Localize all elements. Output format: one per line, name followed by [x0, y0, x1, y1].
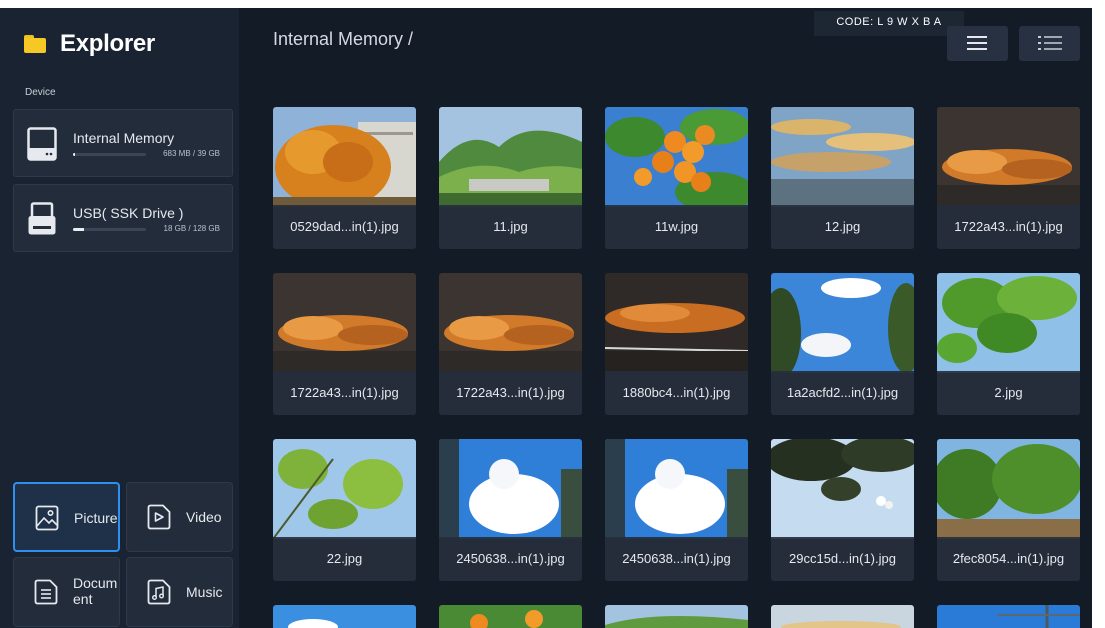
file-tile[interactable]: 1a2acfd2...in(1).jpg	[771, 273, 914, 415]
category-label: Video	[186, 509, 222, 525]
folder-icon	[24, 35, 46, 53]
thumbnail-orange-clouds	[273, 273, 416, 373]
sidebar: Explorer Device Internal Memory 683 MB /…	[0, 8, 239, 628]
category-label: Picture	[74, 510, 118, 526]
file-name: 2450638...in(1).jpg	[605, 537, 748, 581]
device-name: USB( SSK Drive )	[73, 205, 184, 221]
file-name: 11.jpg	[439, 205, 582, 249]
list-view-button[interactable]	[1019, 26, 1080, 61]
file-name: 22.jpg	[273, 537, 416, 581]
grid-view-icon	[967, 36, 987, 50]
code-badge: CODE: L 9 W X B A	[814, 11, 964, 36]
grid-view-button[interactable]	[947, 26, 1008, 61]
device-section-label: Device	[25, 87, 56, 98]
file-name: 1a2acfd2...in(1).jpg	[771, 371, 914, 415]
thumbnail-green-hills	[439, 107, 582, 207]
storage-bar	[73, 153, 146, 156]
category-music[interactable]: Music	[126, 557, 233, 627]
thumbnail-oranges	[605, 107, 748, 207]
file-tile-partial[interactable]	[605, 605, 748, 628]
file-name: 1722a43...in(1).jpg	[439, 371, 582, 415]
list-view-icon	[1038, 36, 1062, 50]
file-tile[interactable]: 11.jpg	[439, 107, 582, 249]
thumbnail-green-leaves	[937, 273, 1080, 373]
file-tile[interactable]: 0529dad...in(1).jpg	[273, 107, 416, 249]
screen: Explorer Device Internal Memory 683 MB /…	[0, 0, 1105, 628]
explorer-app: Explorer Device Internal Memory 683 MB /…	[0, 8, 1092, 628]
thumbnail-cloud-building	[439, 439, 582, 539]
file-tile-partial[interactable]	[771, 605, 914, 628]
thumbnail-oranges	[439, 605, 582, 628]
file-tile[interactable]: 22.jpg	[273, 439, 416, 581]
device-name: Internal Memory	[73, 130, 175, 146]
file-tile[interactable]: 2450638...in(1).jpg	[605, 439, 748, 581]
app-title: Explorer	[60, 30, 155, 57]
file-name: 2450638...in(1).jpg	[439, 537, 582, 581]
file-name: 29cc15d...in(1).jpg	[771, 537, 914, 581]
picture-icon	[35, 505, 59, 531]
thumbnail-orange-clouds	[439, 273, 582, 373]
device-internal-memory[interactable]: Internal Memory 683 MB / 39 GB	[13, 109, 233, 177]
thumbnail-sunset-clouds	[771, 605, 914, 628]
storage-bar	[73, 228, 146, 231]
category-picture[interactable]: Picture	[13, 482, 120, 552]
thumbnail-branches-sky	[273, 439, 416, 539]
file-tile[interactable]: 2.jpg	[937, 273, 1080, 415]
thumbnail-blue-sky	[273, 605, 416, 628]
category-label: Docum ent	[73, 575, 118, 607]
thumbnail-flowers-branches	[771, 439, 914, 539]
hard-drive-icon	[27, 127, 57, 161]
thumbnail-orange-clouds	[937, 107, 1080, 207]
category-label: Music	[186, 584, 223, 600]
music-icon	[147, 579, 171, 605]
device-size: 683 MB / 39 GB	[163, 149, 220, 158]
category-video[interactable]: Video	[126, 482, 233, 552]
storage-bar-fill	[73, 228, 84, 231]
file-tile[interactable]: 29cc15d...in(1).jpg	[771, 439, 914, 581]
category-document[interactable]: Docum ent	[13, 557, 120, 627]
file-tile[interactable]: 1722a43...in(1).jpg	[273, 273, 416, 415]
thumbnail-autumn-tree	[273, 107, 416, 207]
file-tile[interactable]: 12.jpg	[771, 107, 914, 249]
file-name: 1880bc4...in(1).jpg	[605, 371, 748, 415]
usb-drive-icon	[28, 202, 56, 235]
file-tile-partial[interactable]	[439, 605, 582, 628]
thumbnail-green-trees	[937, 439, 1080, 539]
thumbnail-blue-sky-trees	[771, 273, 914, 373]
file-name: 1722a43...in(1).jpg	[273, 371, 416, 415]
file-name: 0529dad...in(1).jpg	[273, 205, 416, 249]
file-name: 2fec8054...in(1).jpg	[937, 537, 1080, 581]
file-tile[interactable]: 11w.jpg	[605, 107, 748, 249]
video-icon	[147, 504, 171, 530]
device-usb[interactable]: USB( SSK Drive ) 18 GB / 128 GB	[13, 184, 233, 252]
thumbnail-sunset-clouds	[771, 107, 914, 207]
device-size: 18 GB / 128 GB	[163, 224, 220, 233]
document-icon	[34, 579, 58, 605]
storage-bar-fill	[73, 153, 76, 156]
file-tile[interactable]: 2fec8054...in(1).jpg	[937, 439, 1080, 581]
breadcrumb: Internal Memory /	[273, 29, 414, 49]
file-tile-partial[interactable]	[937, 605, 1080, 628]
thumbnail-orange-clouds	[605, 273, 748, 373]
thumbnail-green-hills	[605, 605, 748, 628]
file-name: 12.jpg	[771, 205, 914, 249]
file-tile[interactable]: 1722a43...in(1).jpg	[937, 107, 1080, 249]
thumbnail-blue-sky-pole	[937, 605, 1080, 628]
file-tile-partial[interactable]	[273, 605, 416, 628]
file-tile[interactable]: 2450638...in(1).jpg	[439, 439, 582, 581]
file-name: 11w.jpg	[605, 205, 748, 249]
thumbnail-cloud-building	[605, 439, 748, 539]
file-tile[interactable]: 1722a43...in(1).jpg	[439, 273, 582, 415]
file-name: 2.jpg	[937, 371, 1080, 415]
file-name: 1722a43...in(1).jpg	[937, 205, 1080, 249]
file-tile[interactable]: 1880bc4...in(1).jpg	[605, 273, 748, 415]
brand: Explorer	[24, 30, 155, 58]
